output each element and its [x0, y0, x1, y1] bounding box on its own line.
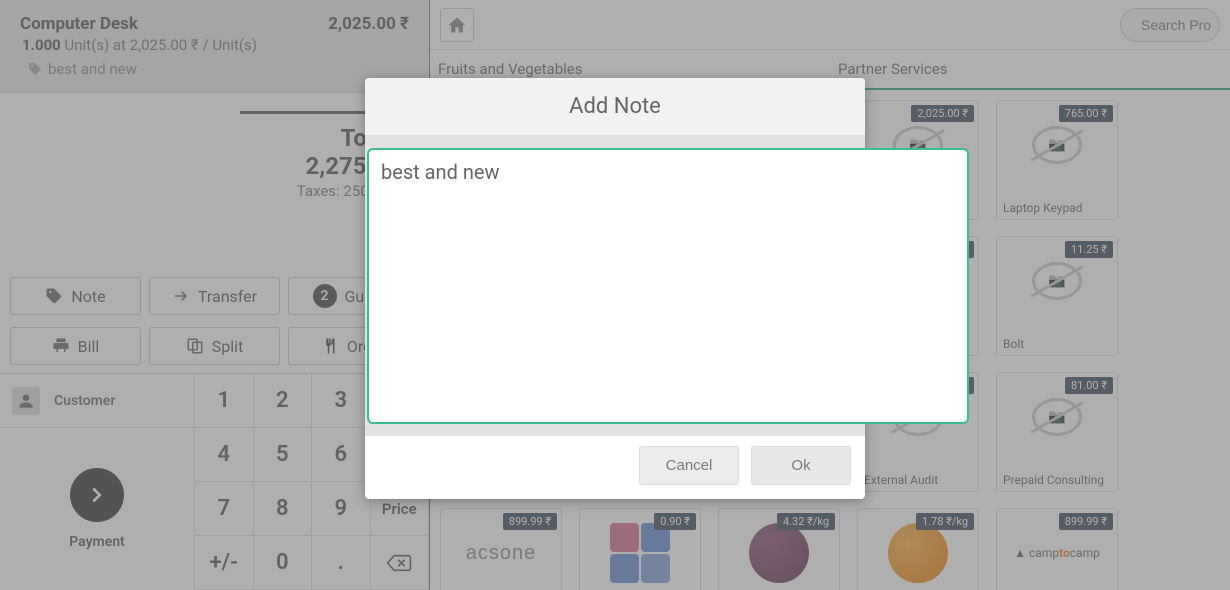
- modal-overlay[interactable]: Add Note Cancel Ok: [0, 0, 1230, 590]
- modal-title: Add Note: [365, 78, 865, 136]
- cancel-button[interactable]: Cancel: [639, 446, 739, 485]
- ok-button[interactable]: Ok: [751, 446, 851, 485]
- note-textarea[interactable]: [381, 160, 955, 412]
- add-note-modal: Add Note Cancel Ok: [365, 78, 865, 499]
